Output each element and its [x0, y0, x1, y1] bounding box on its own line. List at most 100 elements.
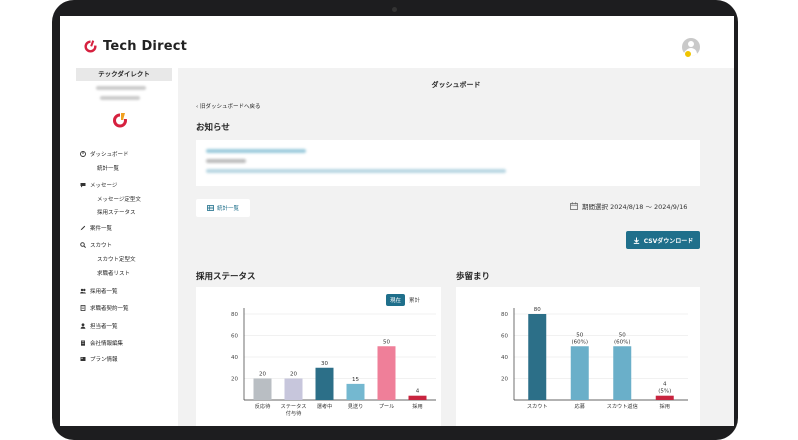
notification-dot [684, 50, 692, 58]
period-label: 期間選択 2024/8/18 〜 2024/9/16 [582, 203, 688, 211]
sidebar-item[interactable]: 求職者契約一覧 [80, 304, 129, 312]
data-label: 50 [383, 339, 390, 345]
sidebar-item[interactable]: ダッシュボード [80, 150, 129, 158]
sidebar-item-label: 求職者契約一覧 [90, 306, 129, 312]
app-screen: Tech Direct テックダイレクト ダッシュボード 統計一覧 メッセージ メッセ… [60, 16, 734, 426]
y-tick-label: 80 [501, 312, 508, 318]
data-label: (60%) [614, 339, 631, 345]
camera-dot [392, 7, 397, 12]
y-tick-label: 80 [231, 312, 238, 318]
sidebar-item-label: 求職者リスト [97, 271, 131, 277]
sidebar-item-label: 採用者一覧 [90, 289, 118, 295]
notice-title: お知らせ [196, 123, 230, 133]
sidebar-item[interactable]: スカウト定型文 [97, 255, 136, 263]
data-label: 4 [663, 382, 667, 388]
download-icon [633, 237, 639, 244]
x-tick-label: 採用 [412, 402, 422, 410]
data-label: 15 [352, 377, 359, 383]
x-tick-label: プール [379, 403, 395, 410]
card-icon [80, 357, 86, 361]
data-label: 4 [416, 389, 420, 395]
data-label: 50 [576, 332, 583, 338]
period-selector[interactable]: 期間選択 2024/8/18 〜 2024/9/16 [570, 201, 687, 211]
sidebar-item[interactable]: メッセージ定型文 [97, 195, 141, 203]
brand-name: Tech Direct [103, 39, 188, 54]
bar [570, 346, 589, 400]
data-label: 80 [534, 307, 541, 313]
brand-logo[interactable]: Tech Direct [84, 39, 187, 54]
sidebar-item-label: 採用ステータス [97, 210, 136, 216]
sidebar-item[interactable]: 会社情報編集 [80, 339, 123, 347]
sidebar-item[interactable]: 担当者一覧 [80, 322, 118, 330]
x-tick-label: 採用 [660, 402, 670, 410]
sidebar-item-label: ダッシュボード [90, 152, 129, 158]
document-icon [80, 305, 86, 311]
company-logo-icon [113, 112, 128, 128]
blurred-info [96, 86, 146, 90]
x-tick-label: スカウト返信 [607, 402, 638, 410]
x-tick-label: スカウト [527, 402, 548, 410]
back-link[interactable]: ‹ 旧ダッシュボードへ戻る [196, 102, 260, 110]
top-header: Tech Direct [60, 16, 734, 68]
sidebar-item[interactable]: 求職者リスト [97, 269, 130, 277]
toggle-current[interactable]: 現在 [386, 294, 406, 306]
sidebar-item[interactable]: 採用ステータス [97, 208, 136, 216]
status-section-title: 採用ステータス [196, 272, 256, 282]
sidebar-item-label: メッセージ [90, 183, 118, 189]
page-title: ダッシュボード [431, 81, 481, 89]
chat-icon [80, 183, 86, 188]
y-tick-label: 60 [231, 334, 238, 340]
pencil-icon [80, 225, 86, 231]
main-content: ダッシュボード ‹ 旧ダッシュボードへ戻る お知らせ 統計一覧 期間選択 202… [178, 68, 734, 426]
x-tick-label: ステータス [281, 402, 307, 410]
bar [613, 346, 632, 400]
sidebar-item-label: メッセージ定型文 [97, 197, 141, 203]
blurred-text [206, 149, 306, 153]
blurred-info [100, 96, 140, 100]
sidebar-item[interactable]: スカウト [80, 241, 112, 249]
blurred-text [206, 159, 246, 163]
sidebar-item[interactable]: プラン情報 [80, 355, 118, 363]
x-tick-label: 選考中 [317, 402, 333, 410]
y-tick-label: 40 [231, 355, 238, 361]
sidebar-item-label: 会社情報編集 [90, 341, 124, 347]
y-tick-label: 20 [231, 377, 238, 383]
sidebar: テックダイレクト ダッシュボード 統計一覧 メッセージ メッセージ定型文 採用ステータス… [60, 68, 178, 426]
bar [253, 378, 272, 400]
csv-download-label: CSVダウンロード [643, 237, 694, 245]
bar [408, 395, 427, 400]
y-tick-label: 20 [501, 377, 508, 383]
data-label: 20 [290, 372, 297, 378]
sidebar-item-label: 統計一覧 [97, 166, 120, 172]
y-tick-label: 60 [501, 334, 508, 340]
calendar-icon [570, 202, 578, 210]
sidebar-item[interactable]: メッセージ [80, 181, 117, 189]
search-icon [80, 242, 86, 248]
x-tick-label: 応募 [575, 402, 586, 410]
y-tick-label: 40 [501, 355, 508, 361]
x-tick-label: 見送り [348, 402, 364, 410]
data-label: 30 [321, 361, 328, 367]
data-label: (60%) [571, 339, 588, 345]
bar [346, 383, 365, 400]
table-icon [207, 205, 214, 211]
sidebar-item[interactable]: 統計一覧 [97, 164, 119, 172]
csv-download-button[interactable]: CSVダウンロード [626, 231, 700, 249]
sidebar-item[interactable]: 採用者一覧 [80, 287, 118, 295]
users-icon [80, 288, 86, 294]
x-tick-label: 付与待 [286, 409, 302, 417]
brand-logo-icon [84, 40, 97, 53]
back-link-label: 旧ダッシュボードへ戻る [199, 104, 261, 110]
bar [315, 367, 334, 400]
yield-chart-panel: 20 40 60 80 80 スカウト 50 (60%) 応募 50 (60%) スカウト返信 4 (5%… [456, 287, 700, 426]
toggle-cumulative[interactable]: 累計 [409, 296, 420, 304]
sidebar-item-label: 担当者一覧 [90, 324, 118, 330]
sidebar-item-label: スカウト定型文 [97, 257, 136, 263]
dashboard-icon [80, 151, 86, 157]
sidebar-item[interactable]: 案件一覧 [80, 224, 112, 232]
x-tick-label: 反応待 [255, 402, 271, 410]
bar [377, 346, 396, 400]
data-label: (5%) [658, 389, 671, 395]
yield-bar-chart: 2040608080スカウト50(60%)応募50(60%)スカウト返信4(5%… [501, 307, 688, 410]
stats-list-button[interactable]: 統計一覧 [196, 199, 250, 217]
